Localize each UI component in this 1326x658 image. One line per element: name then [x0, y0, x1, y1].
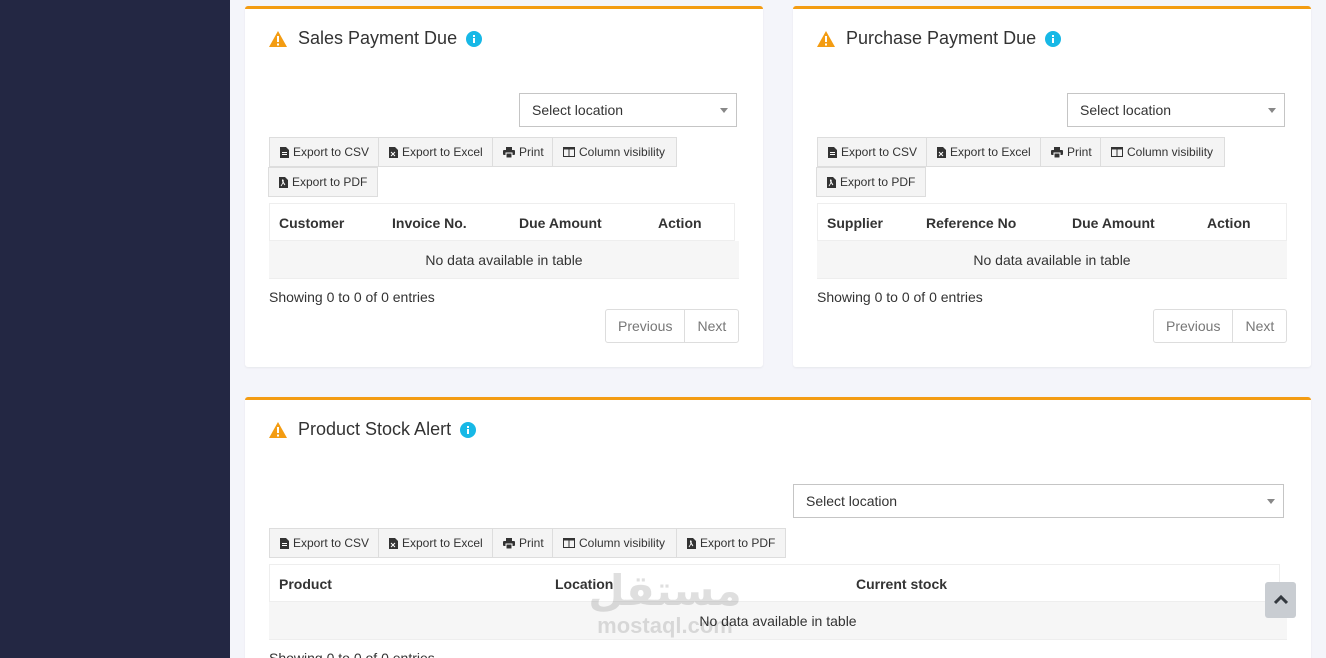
chevron-down-icon: [720, 108, 728, 113]
print-label: Print: [519, 145, 544, 159]
column-visibility-label: Column visibility: [579, 536, 666, 550]
file-excel-icon: [389, 146, 398, 158]
next-button[interactable]: Next: [1232, 310, 1286, 342]
location-select-value: Select location: [1080, 102, 1172, 118]
warning-icon: [269, 30, 287, 47]
product-stock-alert-card: Product Stock Alert Select location Expo…: [245, 397, 1311, 658]
column-header[interactable]: Due Amount: [1063, 203, 1199, 241]
chevron-up-icon: [1273, 595, 1288, 605]
card-title: Sales Payment Due: [268, 28, 483, 49]
export-csv-label: Export to CSV: [293, 536, 370, 550]
sales-due-table: Customer Invoice No. Due Amount Action N…: [269, 203, 739, 279]
export-excel-button[interactable]: Export to Excel: [926, 137, 1041, 167]
location-select-value: Select location: [532, 102, 624, 118]
column-visibility-button[interactable]: Column visibility: [1100, 137, 1225, 167]
print-icon: [503, 537, 515, 549]
column-visibility-button[interactable]: Column visibility: [552, 528, 677, 558]
column-header[interactable]: Current stock: [847, 564, 1280, 602]
export-excel-button[interactable]: Export to Excel: [378, 528, 493, 558]
table-info: Showing 0 to 0 of 0 entries: [269, 650, 435, 658]
export-pdf-button[interactable]: Export to PDF: [676, 528, 786, 558]
export-excel-button[interactable]: Export to Excel: [378, 137, 493, 167]
location-select[interactable]: Select location: [519, 93, 737, 127]
pagination: Previous Next: [605, 309, 740, 343]
card-title: Product Stock Alert: [268, 419, 477, 440]
export-csv-button[interactable]: Export to CSV: [269, 137, 379, 167]
column-visibility-label: Column visibility: [1127, 145, 1214, 159]
card-title: Purchase Payment Due: [816, 28, 1062, 49]
scroll-to-top-button[interactable]: [1265, 582, 1296, 618]
info-icon[interactable]: [466, 30, 483, 47]
print-button[interactable]: Print: [1040, 137, 1101, 167]
purchase-due-title: Purchase Payment Due: [846, 28, 1037, 48]
column-header[interactable]: Product: [269, 564, 547, 602]
export-pdf-label: Export to PDF: [292, 175, 368, 189]
export-pdf-button[interactable]: Export to PDF: [816, 167, 926, 197]
column-visibility-label: Column visibility: [579, 145, 666, 159]
sidebar: [0, 0, 230, 658]
warning-icon: [269, 421, 287, 438]
columns-icon: [563, 538, 575, 548]
info-icon[interactable]: [1045, 30, 1062, 47]
column-header[interactable]: Location: [546, 564, 848, 602]
column-visibility-button[interactable]: Column visibility: [552, 137, 677, 167]
export-csv-button[interactable]: Export to CSV: [269, 528, 379, 558]
columns-icon: [563, 147, 575, 157]
empty-table-message: No data available in table: [269, 602, 1287, 640]
table-info: Showing 0 to 0 of 0 entries: [817, 289, 983, 305]
print-label: Print: [1067, 145, 1092, 159]
chevron-down-icon: [1268, 108, 1276, 113]
warning-icon: [817, 30, 835, 47]
location-select-value: Select location: [806, 493, 898, 509]
purchase-payment-due-card: Purchase Payment Due Select location Exp…: [793, 6, 1311, 367]
next-button[interactable]: Next: [684, 310, 738, 342]
previous-button[interactable]: Previous: [1154, 310, 1232, 342]
file-pdf-icon: [827, 176, 836, 188]
file-csv-icon: [828, 146, 837, 158]
table-info: Showing 0 to 0 of 0 entries: [269, 289, 435, 305]
export-excel-label: Export to Excel: [950, 145, 1031, 159]
column-header[interactable]: Action: [649, 203, 735, 241]
empty-table-message: No data available in table: [817, 241, 1287, 279]
export-csv-label: Export to CSV: [293, 145, 370, 159]
column-header[interactable]: Customer: [269, 203, 384, 241]
export-csv-button[interactable]: Export to CSV: [817, 137, 927, 167]
export-pdf-label: Export to PDF: [840, 175, 916, 189]
location-select[interactable]: Select location: [1067, 93, 1285, 127]
export-excel-label: Export to Excel: [402, 536, 483, 550]
print-label: Print: [519, 536, 544, 550]
column-header[interactable]: Invoice No.: [383, 203, 511, 241]
purchase-due-table: Supplier Reference No Due Amount Action …: [817, 203, 1287, 279]
print-icon: [1051, 146, 1063, 158]
file-csv-icon: [280, 537, 289, 549]
export-excel-label: Export to Excel: [402, 145, 483, 159]
export-pdf-label: Export to PDF: [700, 536, 776, 550]
file-excel-icon: [389, 537, 398, 549]
previous-button[interactable]: Previous: [606, 310, 684, 342]
chevron-down-icon: [1267, 499, 1275, 504]
file-pdf-icon: [279, 176, 288, 188]
column-header[interactable]: Supplier: [817, 203, 918, 241]
column-header[interactable]: Due Amount: [510, 203, 650, 241]
file-pdf-icon: [687, 537, 696, 549]
print-icon: [503, 146, 515, 158]
export-pdf-button[interactable]: Export to PDF: [268, 167, 378, 197]
file-csv-icon: [280, 146, 289, 158]
column-header[interactable]: Action: [1198, 203, 1287, 241]
export-csv-label: Export to CSV: [841, 145, 918, 159]
info-icon[interactable]: [460, 421, 477, 438]
sales-payment-due-card: Sales Payment Due Select location Export…: [245, 6, 763, 367]
empty-table-message: No data available in table: [269, 241, 739, 279]
file-excel-icon: [937, 146, 946, 158]
print-button[interactable]: Print: [492, 528, 553, 558]
stock-alert-title: Product Stock Alert: [298, 419, 452, 439]
pagination: Previous Next: [1153, 309, 1288, 343]
columns-icon: [1111, 147, 1123, 157]
stock-alert-table: Product Location Current stock No data a…: [269, 564, 1287, 640]
print-button[interactable]: Print: [492, 137, 553, 167]
location-select[interactable]: Select location: [793, 484, 1284, 518]
column-header[interactable]: Reference No: [917, 203, 1064, 241]
sales-due-title: Sales Payment Due: [298, 28, 458, 48]
